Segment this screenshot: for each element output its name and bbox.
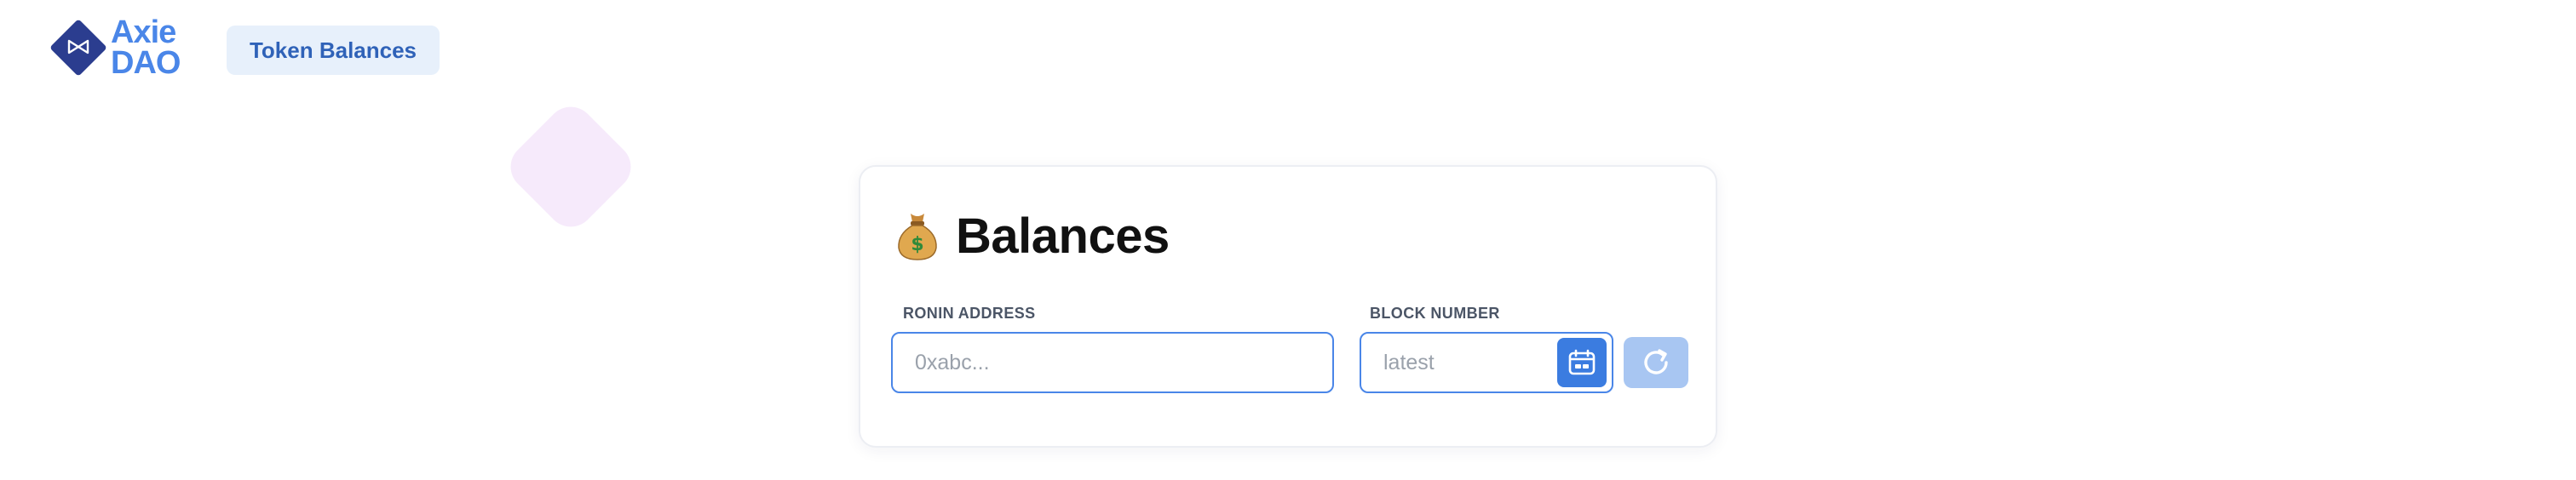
ronin-address-placeholder: 0xabc... bbox=[915, 350, 990, 374]
axie-emblem-icon bbox=[48, 17, 109, 78]
brand-line-1: Axie bbox=[111, 14, 176, 50]
tab-token-balances[interactable]: Token Balances bbox=[227, 26, 440, 75]
brand-line-2: DAO bbox=[111, 45, 181, 81]
decorative-diamond bbox=[500, 96, 641, 237]
top-bar: Axie DAO Token Balances bbox=[0, 0, 2576, 102]
calendar-button[interactable] bbox=[1557, 338, 1607, 387]
card-title-text: Balances bbox=[956, 208, 1170, 264]
refresh-button[interactable] bbox=[1624, 337, 1688, 388]
axie-dao-logo[interactable]: Axie DAO bbox=[48, 15, 201, 80]
money-bag-icon: $ bbox=[898, 214, 937, 260]
calendar-icon bbox=[1568, 349, 1596, 375]
card-title: $ Balances bbox=[894, 206, 1170, 266]
block-number-placeholder: latest bbox=[1383, 350, 1435, 374]
svg-text:$: $ bbox=[911, 234, 923, 255]
block-number-input[interactable]: latest bbox=[1360, 332, 1613, 393]
tab-token-balances-label: Token Balances bbox=[249, 37, 417, 63]
ronin-address-input[interactable]: 0xabc... bbox=[891, 332, 1334, 393]
brand-name: Axie DAO bbox=[111, 14, 181, 81]
block-number-label: BLOCK NUMBER bbox=[1370, 305, 1500, 322]
refresh-icon bbox=[1644, 349, 1668, 374]
balances-card: $ Balances RONIN ADDRESS 0xabc... BLOCK … bbox=[859, 165, 1717, 448]
ronin-address-label: RONIN ADDRESS bbox=[903, 305, 1036, 322]
